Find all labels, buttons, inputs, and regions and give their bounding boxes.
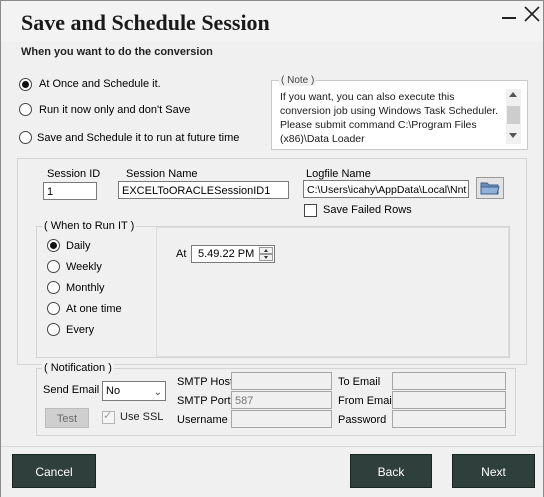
chevron-down-icon	[264, 256, 268, 259]
send-email-label: Send Email	[43, 384, 100, 396]
radio-every[interactable]	[47, 323, 60, 336]
radio-at-once[interactable]	[19, 78, 32, 91]
test-button[interactable]: Test	[45, 408, 89, 428]
smtp-port-field[interactable]: 587	[231, 391, 332, 409]
folder-icon	[480, 182, 500, 195]
password-field[interactable]	[392, 410, 506, 428]
radio-weekly[interactable]	[47, 260, 60, 273]
chevron-up-icon	[264, 249, 268, 252]
from-email-field[interactable]	[392, 391, 506, 409]
back-button[interactable]: Back	[350, 454, 432, 488]
note-scrollbar[interactable]	[506, 89, 521, 144]
chevron-down-icon: ⌄	[153, 387, 162, 398]
window-title: Save and Schedule Session	[21, 10, 270, 35]
time-up-button[interactable]	[259, 247, 273, 254]
scroll-thumb[interactable]	[507, 106, 520, 124]
radio-run-now[interactable]	[19, 103, 32, 116]
minimize-icon[interactable]	[501, 7, 517, 25]
password-label: Password	[338, 414, 387, 426]
radio-at-one-time[interactable]	[47, 302, 60, 315]
save-schedule-window: Save and Schedule Session When you want …	[0, 0, 544, 497]
note-legend: ( Note )	[279, 75, 317, 86]
radio-at-once-label: At Once and Schedule it.	[39, 78, 161, 90]
radio-at-one-time-label: At one time	[66, 303, 122, 315]
time-picker[interactable]: 5.49.22 PM	[191, 245, 275, 263]
save-failed-rows-label: Save Failed Rows	[323, 204, 412, 216]
note-text: If you want, you can also execute this c…	[280, 91, 499, 145]
smtp-host-label: SMTP Host	[177, 376, 234, 388]
logfile-field[interactable]: C:\Users\icahy\AppData\Local\Nnt	[303, 180, 469, 198]
radio-run-now-label: Run it now only and don't Save	[39, 104, 191, 116]
title-bar: Save and Schedule Session	[1, 1, 543, 41]
send-email-value: No	[106, 385, 121, 397]
to-email-field[interactable]	[392, 372, 506, 390]
username-label: Username	[177, 414, 228, 426]
session-id-field[interactable]: 1	[43, 182, 97, 200]
session-id-label: Session ID	[47, 168, 101, 180]
next-button[interactable]: Next	[452, 454, 535, 488]
session-name-field[interactable]: EXCELToORACLESessionID1	[118, 181, 289, 199]
smtp-port-label: SMTP Port	[177, 395, 231, 407]
use-ssl-checkbox[interactable]	[102, 409, 115, 424]
scroll-down-icon[interactable]	[509, 133, 517, 138]
browse-folder-button[interactable]	[476, 177, 504, 199]
radio-daily-label: Daily	[66, 240, 91, 252]
radio-future-label: Save and Schedule it to run at future ti…	[37, 132, 240, 144]
time-value: 5.49.22 PM	[198, 248, 255, 260]
at-label: At	[176, 248, 187, 260]
radio-every-label: Every	[66, 324, 95, 336]
scroll-up-icon[interactable]	[509, 92, 517, 97]
notification-legend: ( Notification )	[42, 362, 114, 374]
save-failed-rows-checkbox[interactable]	[304, 204, 317, 217]
cancel-button[interactable]: Cancel	[12, 454, 96, 488]
time-down-button[interactable]	[259, 254, 273, 261]
smtp-host-field[interactable]	[231, 372, 332, 390]
logfile-label: Logfile Name	[306, 168, 371, 180]
radio-future[interactable]	[19, 131, 32, 144]
conversion-subtitle: When you want to do the conversion	[21, 46, 213, 58]
radio-daily[interactable]	[47, 239, 60, 252]
radio-weekly-label: Weekly	[66, 261, 102, 273]
radio-monthly-label: Monthly	[66, 282, 105, 294]
session-name-label: Session Name	[126, 168, 198, 180]
username-field[interactable]	[231, 410, 332, 428]
use-ssl-label: Use SSL	[120, 411, 164, 423]
to-email-label: To Email	[338, 376, 381, 388]
send-email-select[interactable]: No ⌄	[102, 381, 166, 401]
radio-monthly[interactable]	[47, 281, 60, 294]
from-email-label: From Email	[338, 395, 395, 407]
when-to-run-legend: ( When to Run IT )	[42, 220, 137, 232]
close-icon[interactable]	[523, 5, 541, 23]
